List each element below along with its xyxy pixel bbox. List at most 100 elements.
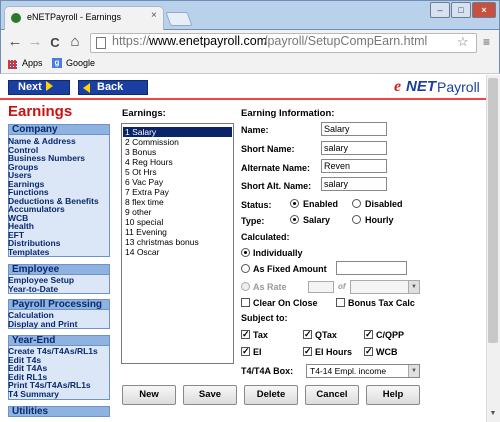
next-label: Next: [18, 81, 42, 93]
tax-label: Tax: [253, 330, 268, 340]
t4-box-select[interactable]: T4-14 Empl. income ▼: [306, 364, 420, 378]
url-protocol: https://: [112, 34, 150, 48]
status-enabled-label: Enabled: [303, 199, 339, 209]
sidebar-section-company[interactable]: Company: [8, 124, 110, 135]
earnings-listbox[interactable]: 1 Salary 2 Commission 3 Bonus 4 Reg Hour…: [121, 123, 234, 364]
of-label: of: [338, 282, 346, 291]
page-icon: [96, 37, 106, 49]
close-window-button[interactable]: ×: [472, 2, 496, 18]
logo-net: NET: [406, 78, 436, 95]
alternate-name-field[interactable]: Reven: [321, 159, 387, 173]
list-item[interactable]: 6 Vac Pay: [123, 177, 232, 187]
name-field[interactable]: Salary: [321, 122, 387, 136]
alternate-name-label: Alternate Name:: [241, 163, 311, 173]
short-alt-name-label: Short Alt. Name:: [241, 181, 312, 191]
status-label: Status:: [241, 200, 272, 210]
list-item[interactable]: 1 Salary: [123, 127, 232, 137]
calc-individually-radio[interactable]: [241, 248, 250, 257]
fixed-amount-field[interactable]: [336, 261, 407, 275]
type-hourly-label: Hourly: [365, 215, 394, 225]
sidebar-item-t4-summary[interactable]: T4 Summary: [8, 389, 59, 399]
browser-menu-icon[interactable]: ≡: [483, 35, 490, 49]
ei-hours-checkbox[interactable]: ✓: [303, 347, 312, 356]
short-name-field[interactable]: salary: [321, 141, 387, 155]
ei-label: EI: [253, 347, 262, 357]
delete-button[interactable]: Delete: [244, 385, 298, 405]
maximize-button[interactable]: □: [451, 2, 471, 18]
back-label: Back: [97, 81, 124, 93]
sidebar-section-payroll-processing[interactable]: Payroll Processing: [8, 299, 110, 310]
earning-info-label: Earning Information:: [241, 108, 335, 119]
list-item[interactable]: 14 Oscar: [123, 247, 232, 257]
bonus-tax-calc-checkbox[interactable]: [336, 298, 345, 307]
bookmark-apps[interactable]: Apps: [22, 58, 43, 68]
clear-on-close-checkbox[interactable]: [241, 298, 250, 307]
calc-fixed-amount-label: As Fixed Amount: [253, 264, 327, 274]
tab-close-icon[interactable]: ×: [151, 10, 157, 21]
back-button[interactable]: Back: [78, 80, 148, 95]
rate-field[interactable]: [308, 281, 334, 293]
back-arrow-icon[interactable]: ←: [6, 33, 24, 50]
sidebar-item-templates[interactable]: Templates: [8, 247, 49, 257]
help-button[interactable]: Help: [366, 385, 420, 405]
list-item[interactable]: 2 Commission: [123, 137, 232, 147]
logo-payroll: Payroll: [437, 79, 480, 95]
ei-hours-label: EI Hours: [315, 347, 353, 357]
list-item[interactable]: 9 other: [123, 207, 232, 217]
logo-e: e: [394, 78, 402, 95]
cancel-button[interactable]: Cancel: [305, 385, 359, 405]
sidebar-item-display-print[interactable]: Display and Print: [8, 319, 77, 329]
new-tab-button[interactable]: [165, 12, 193, 26]
list-item[interactable]: 3 Bonus: [123, 147, 232, 157]
status-enabled-radio[interactable]: [290, 199, 299, 208]
browser-tab[interactable]: eNETPayroll - Earnings ×: [4, 6, 164, 30]
url-host: www.enetpayroll.com: [149, 34, 268, 48]
cqpp-checkbox[interactable]: ✓: [364, 330, 373, 339]
scrollbar-thumb[interactable]: [488, 78, 498, 343]
list-item[interactable]: 7 Extra Pay: [123, 187, 232, 197]
short-alt-name-field[interactable]: salary: [321, 177, 387, 191]
sidebar-section-year-end[interactable]: Year-End: [8, 335, 110, 346]
next-button[interactable]: Next: [8, 80, 70, 95]
calc-rate-radio[interactable]: [241, 282, 250, 291]
wcb-label: WCB: [376, 347, 398, 357]
home-icon[interactable]: ⌂: [66, 33, 84, 50]
type-salary-label: Salary: [303, 215, 331, 225]
next-arrow-icon: [45, 81, 53, 91]
scroll-down-icon[interactable]: ▼: [488, 410, 498, 420]
favicon-icon: [11, 13, 21, 23]
list-item[interactable]: 11 Evening: [123, 227, 232, 237]
list-item[interactable]: 13 christmas bonus: [123, 237, 232, 247]
ei-checkbox[interactable]: ✓: [241, 347, 250, 356]
list-item[interactable]: 5 Ot Hrs: [123, 167, 232, 177]
wcb-checkbox[interactable]: ✓: [364, 347, 373, 356]
apps-grid-icon[interactable]: [8, 60, 17, 69]
list-item[interactable]: 10 special: [123, 217, 232, 227]
forward-arrow-icon[interactable]: →: [26, 33, 44, 50]
qtax-checkbox[interactable]: ✓: [303, 330, 312, 339]
reload-icon[interactable]: C: [46, 35, 64, 50]
sidebar-section-utilities[interactable]: Utilities: [8, 406, 110, 417]
type-salary-radio[interactable]: [290, 215, 299, 224]
calculated-label: Calculated:: [241, 232, 290, 242]
sidebar-item-year-to-date[interactable]: Year-to-Date: [8, 284, 58, 294]
rate-basis-select[interactable]: ▼: [350, 280, 420, 294]
tab-title: eNETPayroll - Earnings: [27, 12, 122, 22]
subject-to-label: Subject to:: [241, 313, 288, 323]
save-button[interactable]: Save: [183, 385, 237, 405]
list-item[interactable]: 4 Reg Hours: [123, 157, 232, 167]
bookmark-star-icon[interactable]: ☆: [457, 34, 469, 50]
new-button[interactable]: New: [122, 385, 176, 405]
tax-checkbox[interactable]: ✓: [241, 330, 250, 339]
sidebar-section-employee[interactable]: Employee: [8, 264, 110, 275]
t4-box-label: T4/T4A Box:: [241, 366, 294, 376]
google-icon[interactable]: g: [52, 58, 62, 68]
list-item[interactable]: 8 flex time: [123, 197, 232, 207]
minimize-button[interactable]: –: [430, 2, 450, 18]
calc-fixed-amount-radio[interactable]: [241, 264, 250, 273]
short-name-label: Short Name:: [241, 144, 295, 154]
type-hourly-radio[interactable]: [352, 215, 361, 224]
name-label: Name:: [241, 125, 269, 135]
status-disabled-radio[interactable]: [352, 199, 361, 208]
bookmark-google[interactable]: Google: [66, 58, 95, 68]
